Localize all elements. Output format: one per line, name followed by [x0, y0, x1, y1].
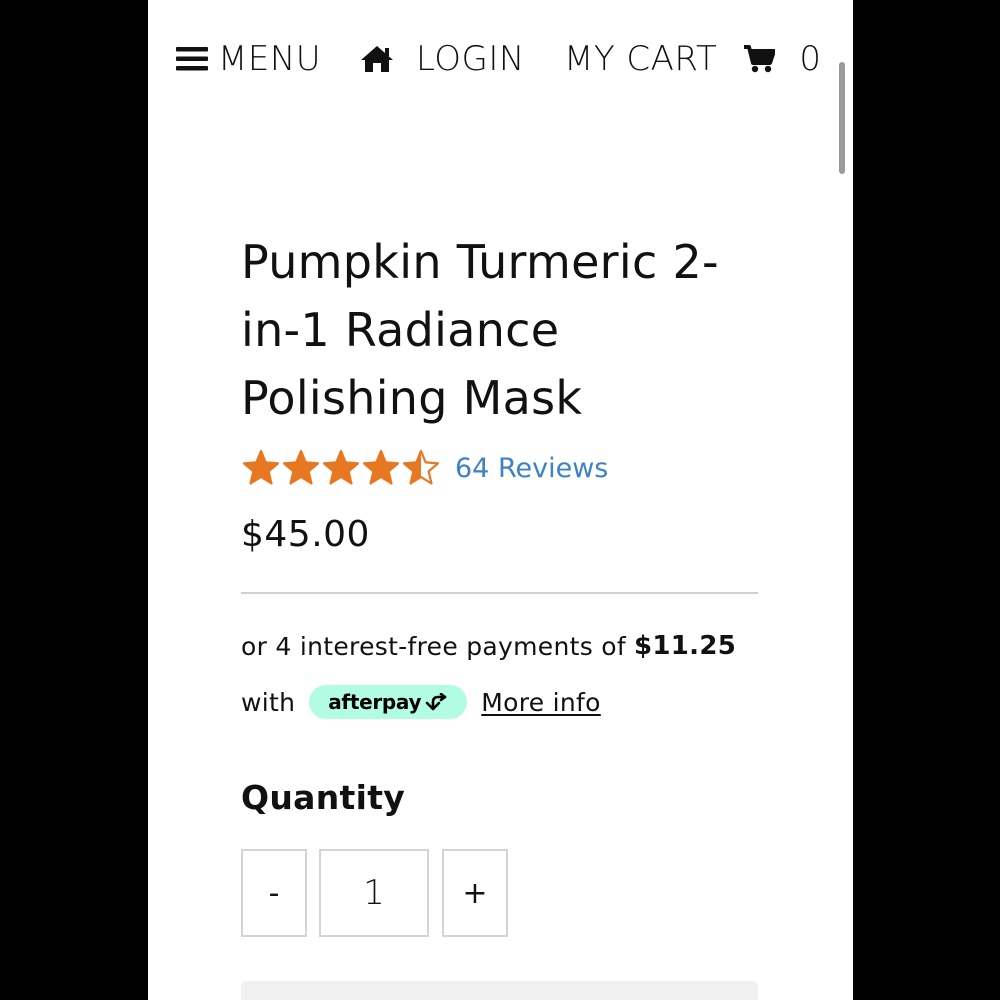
product-page: MENU LOGIN MY CART 0 Pumpkin Turmeric 2-… [148, 0, 853, 1000]
star-full-icon [321, 448, 361, 488]
afterpay-row: with afterpay More info [241, 682, 601, 722]
quantity-increment-button[interactable]: + [442, 849, 508, 937]
cart-button[interactable]: MY CART 0 [564, 36, 821, 82]
star-full-icon [361, 448, 401, 488]
menu-label: MENU [218, 39, 322, 79]
star-rating [241, 448, 441, 488]
cart-label: MY CART [564, 39, 718, 79]
rating-row: 64 Reviews [241, 446, 608, 490]
afterpay-logo-text: afterpay [328, 690, 422, 714]
star-full-icon [281, 448, 321, 488]
cart-icon [743, 44, 776, 74]
scrollbar[interactable] [839, 62, 845, 174]
afterpay-arrows-icon [424, 693, 448, 711]
login-label: LOGIN [416, 39, 525, 79]
star-half-icon [401, 448, 441, 488]
afterpay-badge: afterpay [309, 685, 468, 719]
installment-label: or 4 interest-free payments of [241, 631, 626, 661]
product-title: Pumpkin Turmeric 2-in-1 Radiance Polishi… [241, 235, 719, 425]
top-nav: MENU LOGIN MY CART 0 [148, 36, 853, 82]
star-full-icon [241, 448, 281, 488]
quantity-input[interactable]: 1 [319, 849, 429, 937]
divider [241, 592, 758, 594]
login-button[interactable]: LOGIN [360, 36, 525, 82]
installment-text: or 4 interest-free payments of $11.25 [241, 626, 736, 666]
cart-count: 0 [799, 39, 822, 79]
menu-button[interactable]: MENU [176, 36, 321, 82]
hamburger-icon [176, 45, 208, 73]
quantity-decrement-button[interactable]: - [241, 849, 307, 937]
product-price: $45.00 [241, 514, 370, 555]
more-info-link[interactable]: More info [481, 688, 601, 717]
with-label: with [241, 687, 296, 717]
reviews-link[interactable]: 64 Reviews [455, 453, 608, 484]
add-to-cart-button[interactable] [241, 981, 758, 1000]
quantity-label: Quantity [241, 778, 406, 817]
home-icon [360, 44, 394, 74]
installment-amount: $11.25 [633, 631, 737, 661]
